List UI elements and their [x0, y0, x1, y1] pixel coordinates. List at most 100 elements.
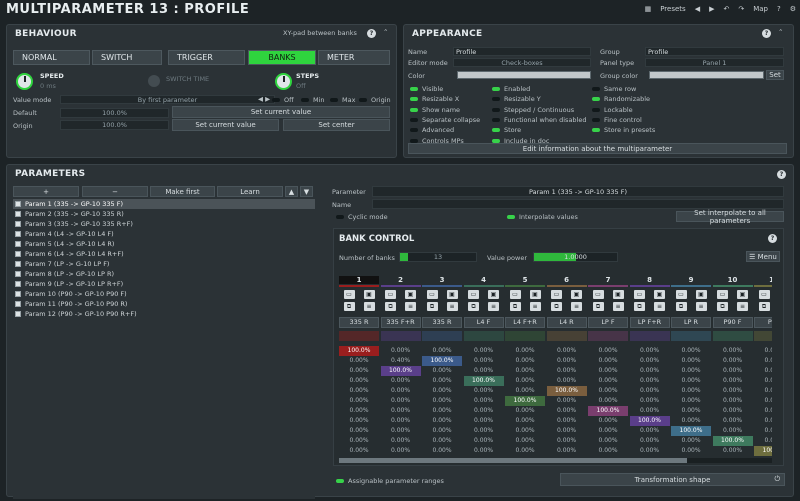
- bank-value-cell[interactable]: 0.00%: [339, 366, 379, 376]
- bank-value-cell[interactable]: 0.00%: [671, 386, 711, 396]
- bank-value-cell[interactable]: 0.00%: [464, 346, 504, 356]
- bank-value-cell[interactable]: 0.40%: [381, 356, 421, 366]
- bank-value-cell[interactable]: 100.0%: [588, 406, 628, 416]
- bank-value-cell[interactable]: 0.00%: [671, 436, 711, 446]
- list-icon[interactable]: ≡: [654, 302, 665, 311]
- bank-value-cell[interactable]: 100.0%: [712, 436, 753, 446]
- bank-number[interactable]: 11: [754, 276, 772, 284]
- bank-name[interactable]: L4 F+R: [505, 317, 545, 328]
- bank-value-cell[interactable]: 0.00%: [422, 406, 462, 416]
- bank-value-cell[interactable]: 0.00%: [671, 356, 711, 366]
- bank-value-cell[interactable]: 0.00%: [339, 396, 379, 406]
- bank-value-cell[interactable]: 0.00%: [630, 406, 670, 416]
- parameter-list-item[interactable]: Param 2 (335 -> GP-10 335 R): [13, 209, 315, 219]
- parameters-help-icon[interactable]: ?: [777, 170, 786, 179]
- bank-value-cell[interactable]: 100.0%: [629, 416, 670, 426]
- parameter-list-item[interactable]: Param 8 (LP -> GP-10 LP R): [13, 269, 315, 279]
- make-first-button[interactable]: Make first: [150, 186, 215, 197]
- bank-value-cell[interactable]: 0.00%: [422, 446, 462, 456]
- bank-value-cell[interactable]: 0.00%: [505, 386, 545, 396]
- bank-value-cell[interactable]: 0.00%: [630, 346, 670, 356]
- folder-icon[interactable]: ▭: [509, 290, 521, 299]
- checkbox-icon[interactable]: [15, 271, 21, 277]
- bank-value-cell[interactable]: 0.00%: [588, 346, 628, 356]
- folder-icon[interactable]: ▭: [675, 290, 687, 299]
- parameter-list-item[interactable]: Param 7 (LP -> G-10 LP F): [13, 259, 315, 269]
- bank-name[interactable]: L4 R: [546, 317, 587, 328]
- bank-value-cell[interactable]: 0.00%: [588, 436, 628, 446]
- bank-value-cell[interactable]: 0.00%: [339, 376, 379, 386]
- bank-value-cell[interactable]: 0.00%: [505, 446, 545, 456]
- parameter-list-item[interactable]: Param 5 (L4 -> GP-10 L4 R): [13, 239, 315, 249]
- bank-value-cell[interactable]: 0.00%: [713, 386, 753, 396]
- steps-knob[interactable]: [275, 73, 292, 90]
- bank-value-cell[interactable]: 0.00%: [422, 366, 462, 376]
- folder-icon[interactable]: ▭: [758, 290, 770, 299]
- parameter-list-item[interactable]: Param 10 (P90 -> GP-10 P90 F): [13, 289, 315, 299]
- bank-name[interactable]: 335 R: [422, 317, 462, 328]
- bank-color-block[interactable]: [671, 331, 711, 341]
- bank-value-cell[interactable]: 0.00%: [339, 446, 379, 456]
- bank-value-cell[interactable]: 0.00%: [381, 446, 421, 456]
- bank-value-cell[interactable]: 0.00%: [505, 406, 545, 416]
- bank-number[interactable]: 5: [505, 276, 545, 284]
- bank-value-cell[interactable]: 0.00%: [630, 396, 670, 406]
- switch-time-knob[interactable]: [148, 75, 160, 87]
- parameter-list-item[interactable]: Param 9 (LP -> GP-10 LP R+F): [13, 279, 315, 289]
- bank-value-cell[interactable]: 0.00%: [630, 426, 670, 436]
- list-icon[interactable]: ≡: [446, 302, 458, 311]
- move-up-icon[interactable]: ▲: [285, 186, 298, 197]
- checkbox-icon[interactable]: [15, 261, 21, 267]
- save-icon[interactable]: ▣: [612, 290, 624, 299]
- parameter-list-item[interactable]: Param 1 (335 -> GP-10 335 F): [13, 199, 315, 209]
- save-icon[interactable]: ▣: [654, 290, 665, 299]
- bank-name[interactable]: P90: [754, 317, 772, 328]
- tab-banks[interactable]: BANKS: [248, 50, 316, 65]
- list-icon[interactable]: ≡: [571, 302, 582, 311]
- save-icon[interactable]: ▣: [446, 290, 458, 299]
- parameter-list-item[interactable]: Param 6 (L4 -> GP-10 L4 R+F): [13, 249, 315, 259]
- bank-color-block[interactable]: [629, 331, 670, 341]
- value-mode-arrows-icon[interactable]: ◀ ▶: [258, 95, 270, 103]
- bank-value-cell[interactable]: 0.00%: [464, 426, 504, 436]
- copy-icon[interactable]: ⧉: [717, 302, 728, 311]
- bank-value-cell[interactable]: 100.0%: [671, 426, 711, 436]
- transformation-shape-button[interactable]: Transformation shape ⏻: [560, 473, 785, 486]
- bank-value-cell[interactable]: 0.00%: [588, 446, 628, 456]
- bank-value-cell[interactable]: 0.00%: [464, 366, 504, 376]
- bank-value-cell[interactable]: 0.00%: [464, 396, 504, 406]
- bank-value-cell[interactable]: 0.00%: [547, 376, 587, 386]
- bank-value-cell[interactable]: 0.00%: [547, 346, 587, 356]
- folder-icon[interactable]: ▭: [551, 290, 562, 299]
- folder-icon[interactable]: ▭: [717, 290, 728, 299]
- bank-value-cell[interactable]: 0.00%: [671, 396, 711, 406]
- bank-color-block[interactable]: [754, 331, 772, 341]
- bank-value-cell[interactable]: 0.00%: [505, 356, 545, 366]
- bank-value-cell[interactable]: 0.00%: [754, 436, 772, 446]
- bank-color-block[interactable]: [463, 331, 504, 341]
- bank-color-block[interactable]: [712, 331, 753, 341]
- checkbox-icon[interactable]: [15, 211, 21, 217]
- speed-knob[interactable]: [16, 73, 33, 90]
- bank-value-cell[interactable]: 0.00%: [422, 386, 462, 396]
- bank-value-cell[interactable]: 0.00%: [630, 386, 670, 396]
- mode-off-option[interactable]: Off: [272, 96, 294, 104]
- bank-name[interactable]: LP F+R: [629, 317, 670, 328]
- bank-value-cell[interactable]: 0.00%: [713, 446, 753, 456]
- checkbox-icon[interactable]: [15, 301, 21, 307]
- bank-value-cell[interactable]: 0.00%: [339, 426, 379, 436]
- bank-value-cell[interactable]: 0.00%: [505, 346, 545, 356]
- bank-value-cell[interactable]: 0.00%: [713, 376, 753, 386]
- bank-value-cell[interactable]: 0.00%: [547, 396, 587, 406]
- remove-parameter-button[interactable]: −: [82, 186, 148, 197]
- save-icon[interactable]: ▣: [405, 290, 416, 299]
- bank-name[interactable]: LP F: [588, 317, 628, 328]
- assignable-ranges-toggle[interactable]: Assignable parameter ranges: [336, 477, 444, 485]
- bank-color-block[interactable]: [546, 331, 587, 341]
- list-icon[interactable]: ≡: [612, 302, 624, 311]
- bank-value-cell[interactable]: 0.00%: [713, 416, 753, 426]
- bank-value-cell[interactable]: 0.00%: [588, 376, 628, 386]
- checkbox-icon[interactable]: [15, 311, 21, 317]
- bank-value-cell[interactable]: 100.0%: [463, 376, 504, 386]
- folder-icon[interactable]: ▭: [592, 290, 604, 299]
